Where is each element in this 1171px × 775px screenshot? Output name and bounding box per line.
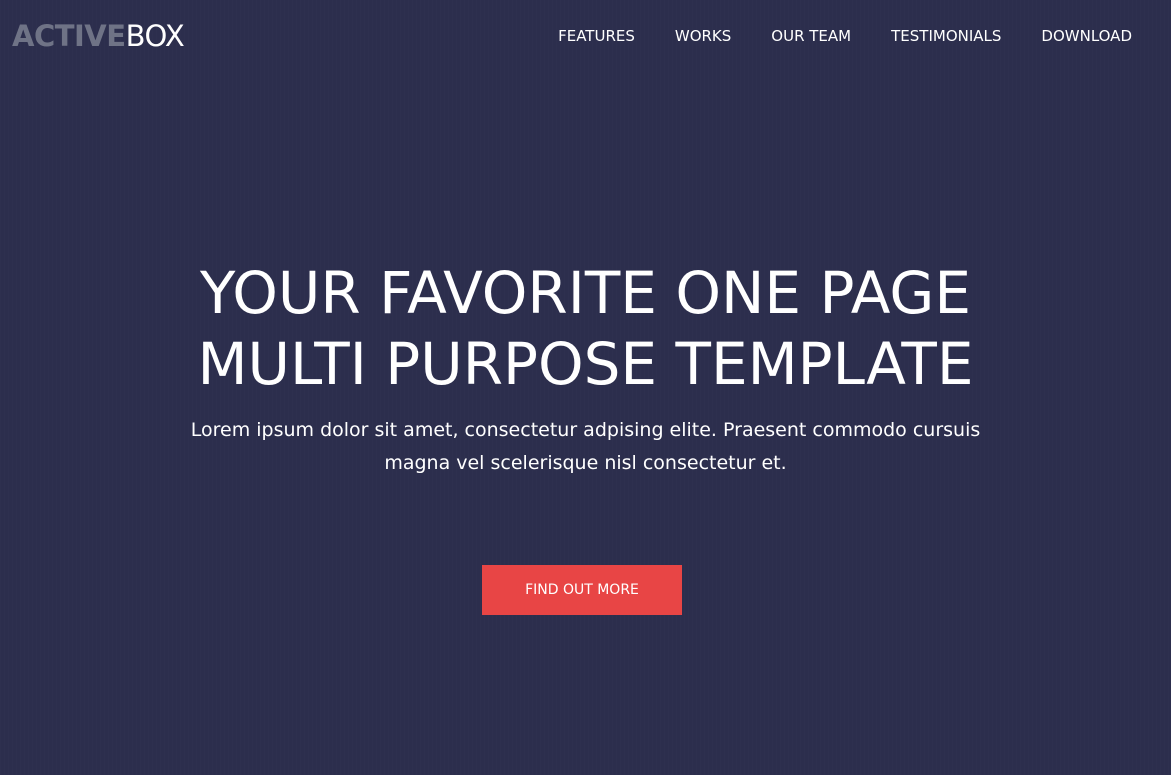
logo-box-text: BOX — [125, 19, 185, 53]
nav-item-features[interactable]: FEATURES — [558, 26, 635, 46]
nav-item-testimonials[interactable]: TESTIMONIALS — [891, 26, 1001, 46]
navbar: ACTIVEBOX FEATURES WORKS OUR TEAM TESTIM… — [0, 0, 1171, 72]
brand-logo[interactable]: ACTIVEBOX — [12, 19, 185, 53]
logo-active-text: ACTIVE — [12, 19, 126, 53]
hero-title: YOUR FAVORITE ONE PAGE MULTI PURPOSE TEM… — [0, 258, 1171, 400]
hero-title-line-1: YOUR FAVORITE ONE PAGE — [200, 259, 971, 327]
nav-item-works[interactable]: WORKS — [675, 26, 731, 46]
hero-subtitle: Lorem ipsum dolor sit amet, consectetur … — [190, 419, 981, 474]
hero-section: YOUR FAVORITE ONE PAGE MULTI PURPOSE TEM… — [0, 258, 1171, 480]
nav-item-download[interactable]: DOWNLOAD — [1041, 26, 1132, 46]
nav-menu: FEATURES WORKS OUR TEAM TESTIMONIALS DOW… — [558, 26, 1132, 46]
hero-title-line-2: MULTI PURPOSE TEMPLATE — [197, 330, 974, 398]
find-out-more-button[interactable]: FIND OUT MORE — [482, 565, 682, 615]
nav-item-our-team[interactable]: OUR TEAM — [771, 26, 851, 46]
